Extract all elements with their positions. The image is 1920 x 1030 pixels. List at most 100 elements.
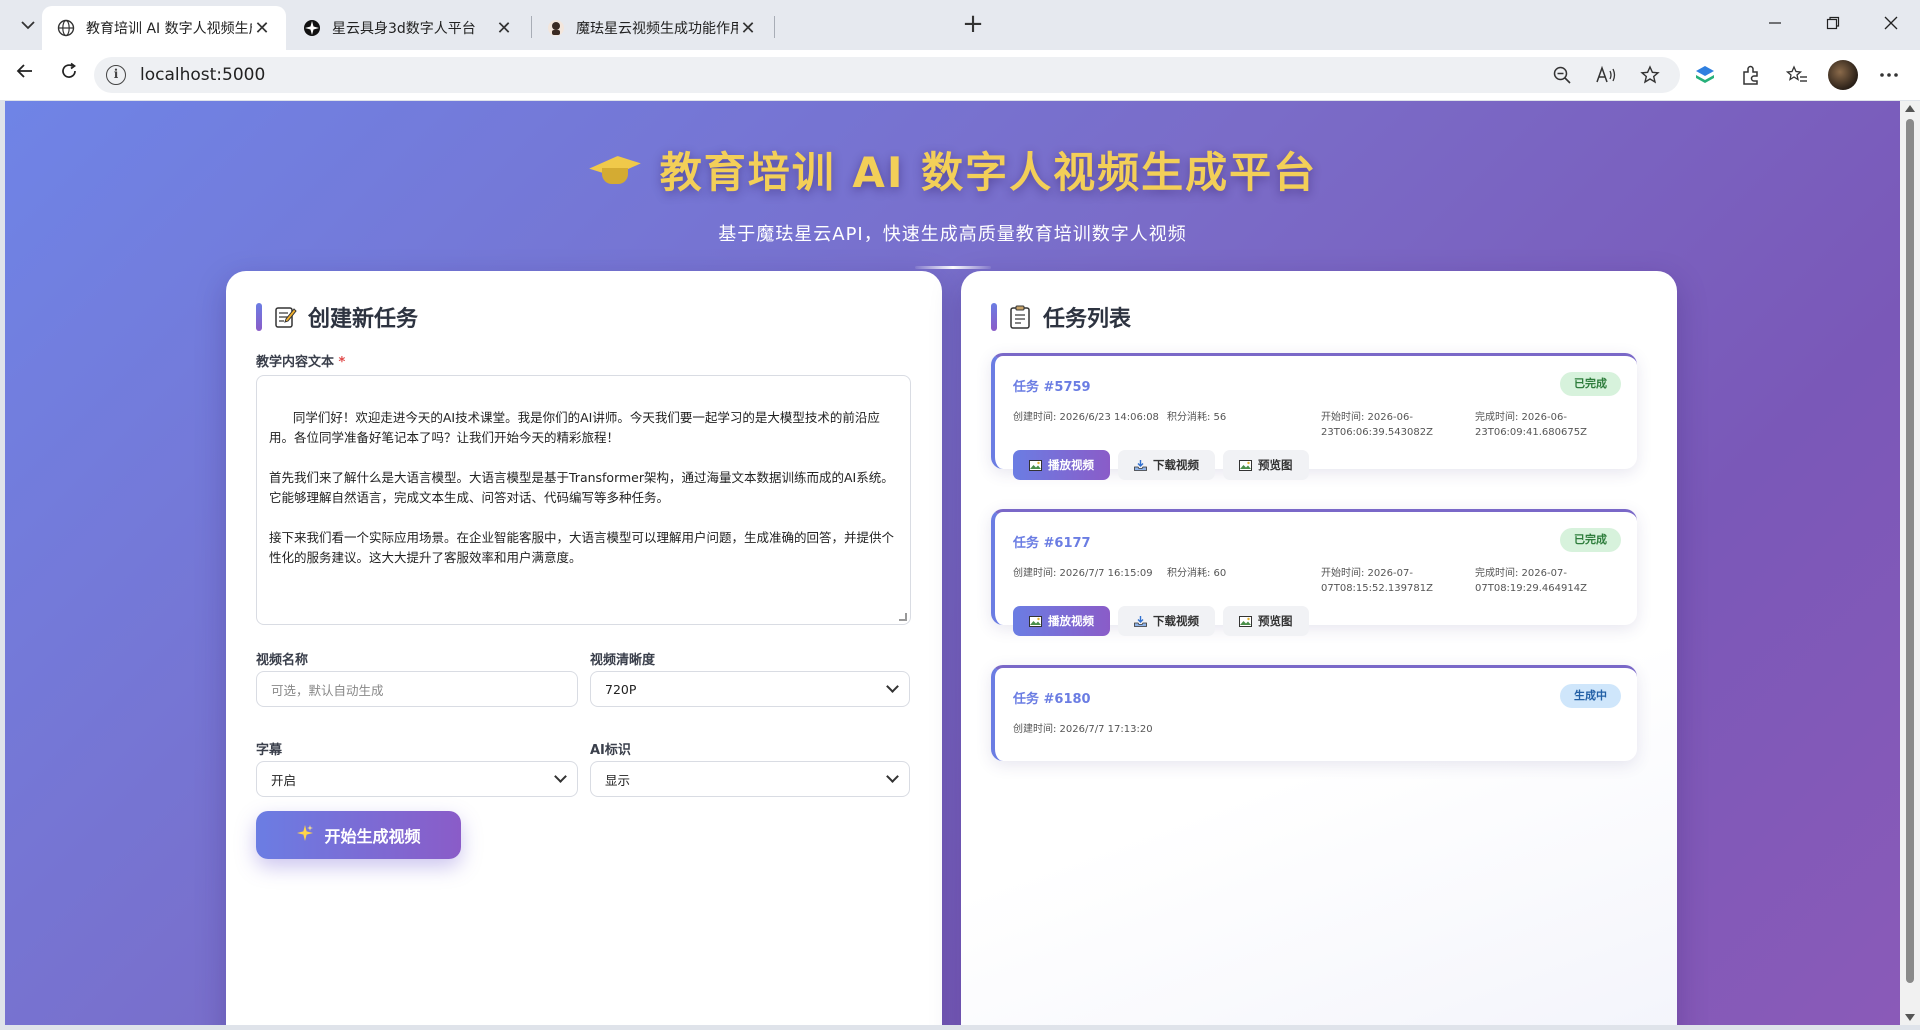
page-subtitle: 基于魔珐星云API，快速生成高质量教育培训数字人视频 xyxy=(718,224,1187,245)
content-text: 同学们好！欢迎走进今天的AI技术课堂。我是你们的AI讲师。今天我们要一起学习的是… xyxy=(269,410,895,565)
task-id: 任务 #6180 xyxy=(1013,692,1091,707)
inbox-tray-icon xyxy=(1134,615,1147,627)
profile-avatar[interactable] xyxy=(1828,60,1858,90)
close-window-button[interactable] xyxy=(1876,10,1906,40)
task-start-time: 开始时间: 2026-07- 07T08:15:52.139781Z xyxy=(1321,568,1433,594)
heading-accent-bar xyxy=(256,303,262,331)
close-icon xyxy=(1884,16,1898,30)
ai-mark-select[interactable]: 显示 xyxy=(590,761,910,797)
favorites-list-icon[interactable] xyxy=(1782,60,1812,90)
sparkles-icon xyxy=(296,824,314,846)
resolution-value: 720P xyxy=(605,681,637,697)
chevron-down-icon xyxy=(554,770,567,783)
tab-edu-platform[interactable]: 教育培训 AI 数字人视频生成平台 ✕ xyxy=(42,6,286,50)
doubao-avatar-icon xyxy=(546,18,566,38)
video-name-placeholder: 可选，默认自动生成 xyxy=(271,682,384,698)
start-generate-label: 开始生成视频 xyxy=(324,827,421,846)
task-list-heading-text: 任务列表 xyxy=(1043,307,1132,332)
task-created-time: 创建时间: 2026/7/7 17:13:20 xyxy=(1013,724,1153,735)
copilot-extension-icon[interactable] xyxy=(1690,60,1720,90)
play-video-button[interactable]: 播放视频 xyxy=(1013,606,1110,636)
address-bar[interactable]: i localhost:5000 xyxy=(94,57,1680,93)
nebula-logo-icon xyxy=(302,18,322,38)
content-label: 教学内容文本 * xyxy=(256,355,346,370)
task-card: 任务 #6180 生成中 创建时间: 2026/7/7 17:13:20 xyxy=(991,665,1637,761)
inbox-tray-icon xyxy=(1134,459,1147,471)
minimize-icon xyxy=(1769,22,1781,24)
page-title: 教育培训 AI 数字人视频生成平台 xyxy=(588,139,1317,200)
task-actions: 播放视频 下载视频 预览图 xyxy=(1013,450,1309,480)
picture-icon xyxy=(1239,615,1252,627)
tab-title: 魔珐星云视频生成功能作用 - 豆包 xyxy=(576,21,738,37)
address-toolbar: i localhost:5000 xyxy=(0,50,1920,100)
restore-icon xyxy=(1826,16,1840,30)
chevron-down-icon xyxy=(21,21,35,30)
tab-doubao[interactable]: 魔珐星云视频生成功能作用 - 豆包 ✕ xyxy=(532,6,772,50)
video-name-input[interactable]: 可选，默认自动生成 xyxy=(256,671,578,707)
scroll-down-arrow-icon[interactable] xyxy=(1905,1014,1915,1021)
chevron-down-icon xyxy=(886,680,899,693)
task-actions: 播放视频 下载视频 预览图 xyxy=(1013,606,1309,636)
status-badge: 已完成 xyxy=(1560,528,1621,552)
ai-mark-value: 显示 xyxy=(605,772,631,788)
subtitle-select[interactable]: 开启 xyxy=(256,761,578,797)
page-scrollbar[interactable] xyxy=(1900,101,1920,1025)
download-video-button[interactable]: 下载视频 xyxy=(1118,606,1215,636)
reload-icon xyxy=(62,62,76,78)
new-tab-button[interactable]: + xyxy=(958,10,988,40)
create-task-panel: 创建新任务 教学内容文本 * 同学们好！欢迎走进今天的AI技术课堂。我是你们的A… xyxy=(226,271,942,1025)
resolution-label: 视频清晰度 xyxy=(590,653,656,668)
close-icon[interactable]: ✕ xyxy=(494,18,514,39)
film-frame-icon xyxy=(1029,615,1042,627)
globe-icon xyxy=(56,18,76,38)
task-start-time: 开始时间: 2026-06- 23T06:06:39.543082Z xyxy=(1321,412,1433,438)
video-name-label: 视频名称 xyxy=(256,653,309,668)
favorite-star-icon[interactable] xyxy=(1638,63,1662,87)
reload-button[interactable] xyxy=(54,60,84,90)
task-finish-time: 完成时间: 2026-07- 07T08:19:29.464914Z xyxy=(1475,568,1587,594)
tab-nebula-3d[interactable]: 星云具身3d数字人平台 ✕ xyxy=(288,6,528,50)
close-icon[interactable]: ✕ xyxy=(738,18,758,39)
heading-accent-bar xyxy=(991,303,997,331)
tab-separator xyxy=(774,16,775,38)
download-video-button[interactable]: 下载视频 xyxy=(1118,450,1215,480)
memo-icon xyxy=(272,304,298,330)
page-viewport: 教育培训 AI 数字人视频生成平台 基于魔珐星云API，快速生成高质量教育培训数… xyxy=(5,101,1900,1025)
content-textarea[interactable]: 同学们好！欢迎走进今天的AI技术课堂。我是你们的AI讲师。今天我们要一起学习的是… xyxy=(256,375,911,625)
status-badge: 生成中 xyxy=(1560,684,1621,708)
status-badge: 已完成 xyxy=(1560,372,1621,396)
subtitle-label: 字幕 xyxy=(256,743,283,758)
required-mark: * xyxy=(338,355,346,370)
task-points: 积分消耗: 56 xyxy=(1167,412,1227,423)
scrollbar-thumb[interactable] xyxy=(1906,119,1914,983)
restore-button[interactable] xyxy=(1818,10,1848,40)
task-points: 积分消耗: 60 xyxy=(1167,568,1227,579)
scroll-up-arrow-icon[interactable] xyxy=(1905,105,1915,112)
play-video-button[interactable]: 播放视频 xyxy=(1013,450,1110,480)
close-icon[interactable]: ✕ xyxy=(252,18,272,39)
tab-title: 星云具身3d数字人平台 xyxy=(332,21,476,37)
page-title-text: 教育培训 AI 数字人视频生成平台 xyxy=(659,148,1318,197)
preview-image-button[interactable]: 预览图 xyxy=(1223,450,1309,480)
read-aloud-icon[interactable] xyxy=(1594,63,1618,87)
url-text: localhost:5000 xyxy=(140,65,266,85)
subtitle-value: 开启 xyxy=(271,772,297,788)
start-generate-button[interactable]: 开始生成视频 xyxy=(256,811,461,859)
create-task-heading-text: 创建新任务 xyxy=(308,307,419,332)
resize-handle[interactable] xyxy=(899,613,907,621)
task-finish-time: 完成时间: 2026-06- 23T06:09:41.680675Z xyxy=(1475,412,1587,438)
task-list-heading: 任务列表 xyxy=(991,301,1131,333)
create-task-heading: 创建新任务 xyxy=(256,301,418,333)
resolution-select[interactable]: 720P xyxy=(590,671,910,707)
minimize-button[interactable] xyxy=(1760,10,1790,40)
more-menu-icon[interactable] xyxy=(1874,60,1904,90)
back-button[interactable] xyxy=(10,60,40,90)
zoom-out-icon[interactable] xyxy=(1550,63,1574,87)
task-created-time: 创建时间: 2026/7/7 16:15:09 xyxy=(1013,568,1153,579)
clipboard-icon xyxy=(1007,304,1033,330)
preview-image-button[interactable]: 预览图 xyxy=(1223,606,1309,636)
info-icon[interactable]: i xyxy=(106,65,126,85)
hero-divider xyxy=(914,266,991,269)
extensions-icon[interactable] xyxy=(1736,60,1766,90)
tab-bar: 教育培训 AI 数字人视频生成平台 ✕ 星云具身3d数字人平台 ✕ 魔珐星云视频… xyxy=(0,0,1920,50)
